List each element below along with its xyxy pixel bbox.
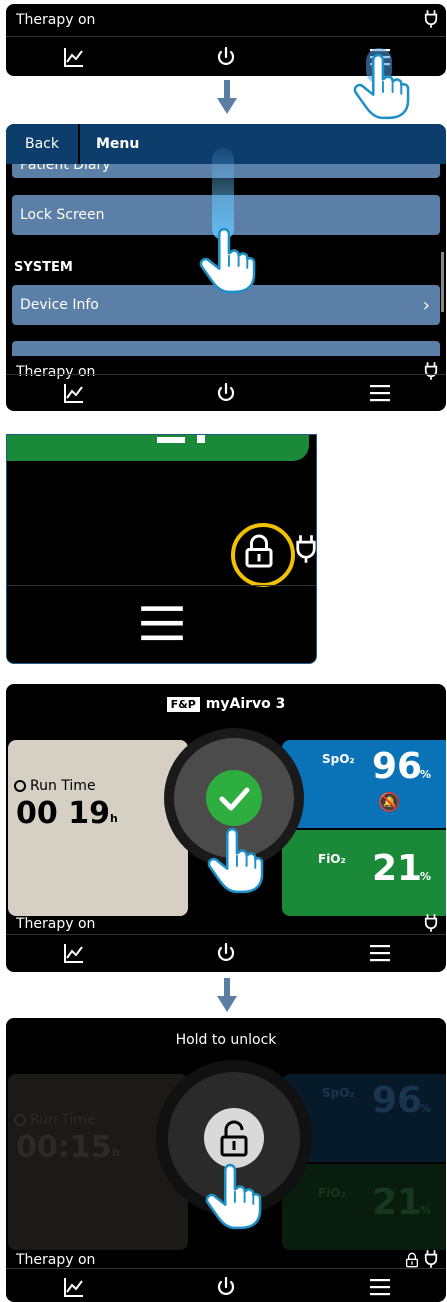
lock-icon[interactable] [241,533,277,569]
chart-icon[interactable] [62,381,86,405]
fio2-panel: FiO₂ 21 % [282,830,446,916]
power-icon[interactable] [214,381,238,405]
run-time-panel: Run Time 00 19 h [8,740,188,916]
alarm-off-icon: 🔕 [378,792,401,813]
spo2-panel: SpO₂ 96 % 🔕 [282,740,446,828]
hamburger-menu-icon[interactable] [137,598,187,648]
bottom-nav [6,1268,446,1302]
clock-icon [14,780,26,792]
fio2-value: 21 [372,848,423,889]
arrow-down-icon [217,978,237,1012]
hamburger-menu-icon[interactable] [368,1275,392,1299]
hand-pointer-icon [352,52,410,120]
spo2-value: 96 [372,1080,423,1121]
check-icon [219,787,250,811]
spo2-label: SpO₂ [322,752,355,766]
panel-unlock: Hold to unlock Run Time 00:15 h SpO₂ 96 … [6,1018,446,1302]
hamburger-menu-icon[interactable] [368,941,392,965]
clock-icon [14,1114,26,1126]
chart-icon[interactable] [62,45,86,69]
power-icon[interactable] [214,45,238,69]
green-bar-fragment [7,435,309,461]
chart-icon[interactable] [62,941,86,965]
divider [7,585,316,586]
run-time-label: Run Time [30,778,96,794]
bottom-nav [6,934,446,972]
hand-pointer-icon [206,826,264,894]
power-icon[interactable] [214,941,238,965]
panel-lock-zoom [6,434,317,664]
menu-item-label: Patient Diary [20,164,111,173]
unlock-button[interactable] [204,1108,264,1168]
fio2-label: FiO₂ [318,852,346,866]
power-icon[interactable] [214,1275,238,1299]
chevron-right-icon: › [422,294,430,316]
therapy-status: Therapy on [16,12,96,28]
arrow-down-icon [217,80,237,114]
menu-item-label: Lock Screen [20,207,105,223]
menu-item-label: Device Info [20,297,99,313]
bottom-nav [6,374,446,411]
menu-title: Menu [96,136,140,152]
spo2-unit: % [420,1102,432,1115]
back-button[interactable]: Back [6,124,80,164]
brand-logo: F&P [166,696,200,712]
fio2-panel-dimmed: FiO₂ 21 % [282,1164,446,1250]
plug-icon [295,533,317,565]
spo2-label: SpO₂ [322,1086,355,1100]
section-header: SYSTEM [14,260,73,275]
unlock-icon [220,1120,248,1157]
fio2-label: FiO₂ [318,1186,346,1200]
menu-item-next[interactable] [12,341,440,356]
brand-name: myAirvo 3 [205,696,286,712]
brand-header: F&P myAirvo 3 [6,696,446,712]
fio2-unit: % [420,870,432,883]
fio2-value: 21 [372,1182,423,1223]
plug-icon [424,914,438,932]
spo2-value: 96 [372,746,423,787]
lock-icon[interactable] [404,1252,420,1268]
back-label: Back [25,136,59,152]
plug-icon [424,1250,438,1268]
hamburger-menu-icon[interactable] [368,381,392,405]
run-time-unit: h [110,812,118,825]
chart-icon[interactable] [62,1275,86,1299]
status-bar: Therapy on [6,4,446,36]
confirm-button[interactable] [206,770,262,826]
plug-icon [424,10,438,28]
run-time-value: 00:15 [16,1130,112,1165]
therapy-status: Therapy on [16,916,96,932]
run-time-label: Run Time [30,1112,96,1128]
run-time-unit: h [112,1146,120,1159]
hand-pointer-icon [198,226,256,294]
run-time-value: 00 19 [16,796,110,831]
hold-to-unlock-text: Hold to unlock [175,1032,277,1048]
scrollbar[interactable] [441,252,444,312]
fio2-unit: % [420,1204,432,1217]
therapy-status: Therapy on [16,1252,96,1268]
spo2-unit: % [420,768,432,781]
hand-pointer-icon [204,1162,262,1230]
